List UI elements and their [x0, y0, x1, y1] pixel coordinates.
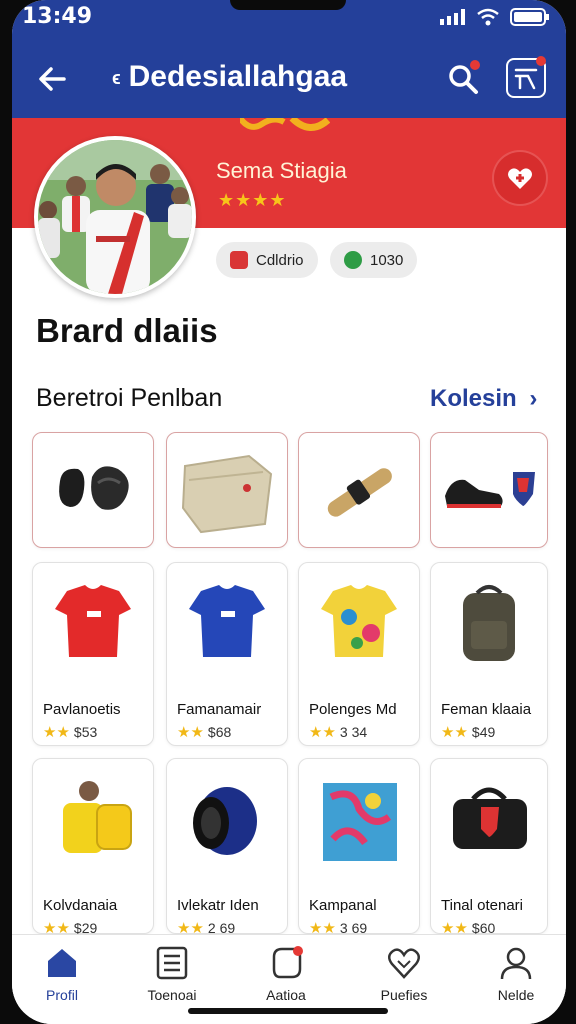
product-card[interactable]: Tinal otenari ★★ $60 [430, 758, 548, 937]
nav-orders[interactable]: Toenoai [122, 945, 222, 1015]
product-card[interactable]: Kampanal ★★ 3 69 [298, 758, 420, 937]
product-card[interactable]: Polenges Md ★★ 3 34 [298, 562, 420, 746]
search-badge [470, 60, 480, 70]
nav-favorites-label: Puefies [380, 987, 428, 1003]
chip-points-label: 1030 [370, 251, 404, 269]
app-screen: 13:49 ϵ Dedesiallahgaa Sema Stiagia ★★★★… [12, 0, 566, 1024]
floral-jersey-icon [299, 563, 419, 687]
signal-icon [440, 9, 465, 25]
accessory-card[interactable] [298, 432, 420, 548]
accessory-card[interactable] [166, 432, 288, 548]
nav-account[interactable]: Nelde [466, 945, 566, 1015]
product-name: Polenges Md [309, 701, 397, 718]
nav-activity[interactable]: Aatioa [236, 945, 336, 1015]
app-title-text: Dedesiallahgaa [128, 60, 348, 93]
add-favorite-button[interactable] [494, 152, 546, 204]
product-price: $49 [471, 724, 496, 740]
arrow-left-icon [39, 67, 66, 91]
nav-profile[interactable]: Profil [12, 945, 112, 1015]
collection-link-label: Kolesin [430, 385, 517, 412]
product-meta: ★★ $53 [43, 723, 97, 741]
chip-calendar[interactable]: Cdldrio [216, 242, 318, 278]
app-bar: ϵ Dedesiallahgaa [12, 40, 566, 118]
product-card[interactable]: Famanamair ★★ $68 [166, 562, 288, 746]
bag-icon [167, 433, 287, 549]
receipt-badge [536, 56, 546, 66]
product-card[interactable]: Feman klaaia ★★ $49 [430, 562, 548, 746]
phone-frame: 13:49 ϵ Dedesiallahgaa Sema Stiagia ★★★★… [0, 0, 576, 1024]
product-name: Tinal otenari [441, 897, 523, 914]
leaf-icon [344, 251, 362, 269]
duffel-bag-icon [431, 759, 547, 883]
app-title: ϵ Dedesiallahgaa [112, 60, 347, 94]
nav-activity-label: Aatioa [266, 987, 306, 1003]
product-meta: ★★ 3 34 [309, 723, 367, 741]
back-button[interactable] [36, 62, 70, 96]
subsection-title: Beretroi Penlban [36, 384, 223, 412]
collection-link[interactable]: Kolesin › [430, 385, 537, 413]
headband-icon [167, 759, 287, 883]
product-price: $53 [73, 724, 98, 740]
nav-profile-label: Profil [46, 987, 78, 1003]
banner-decoration [240, 118, 330, 131]
towel-icon [299, 759, 419, 883]
product-price: $68 [207, 724, 232, 740]
product-rating: ★★ [177, 724, 204, 741]
receipt-button[interactable] [506, 56, 546, 98]
product-name: Feman klaaia [441, 701, 532, 718]
product-name: Ivlekatr Iden [177, 897, 259, 914]
calendar-icon [230, 251, 248, 269]
search-button[interactable] [446, 60, 482, 98]
nav-orders-label: Toenoai [147, 987, 197, 1003]
shoe-badge-icon [431, 433, 547, 549]
home-indicator[interactable] [188, 1008, 388, 1014]
grip-tape-icon [299, 433, 419, 549]
heart-icon [388, 948, 420, 979]
status-bar: 13:49 [12, 0, 566, 40]
avatar[interactable] [34, 136, 196, 298]
battery-icon [510, 8, 549, 26]
plus-heart-icon [508, 168, 532, 189]
red-jersey-icon [33, 563, 153, 687]
product-card[interactable]: Pavlanoetis ★★ $53 [32, 562, 154, 746]
product-rating: ★★ [441, 724, 468, 741]
accessory-card[interactable] [430, 432, 548, 548]
chip-points[interactable]: 1030 [330, 242, 418, 278]
team-photo [38, 140, 192, 294]
nav-favorites[interactable]: Puefies [354, 945, 454, 1015]
product-card[interactable]: Ivlekatr Iden ★★ 2 69 [166, 758, 288, 937]
profile-rating: ★★★★ [218, 190, 287, 210]
product-name: Famanamair [177, 701, 262, 718]
shin-guards-icon [33, 433, 153, 549]
chevron-right-icon: › [529, 385, 538, 412]
status-icons [440, 8, 550, 26]
product-name: Pavlanoetis [43, 701, 121, 718]
list-icon [156, 946, 188, 980]
user-icon [500, 947, 532, 980]
brand-mark: ϵ [112, 67, 121, 88]
accessory-card[interactable] [32, 432, 154, 548]
product-price: 3 34 [339, 724, 368, 740]
chip-calendar-label: Cdldrio [256, 251, 304, 269]
notification-icon [272, 946, 303, 979]
product-meta: ★★ $49 [441, 723, 495, 741]
home-icon [48, 949, 76, 977]
nav-account-label: Nelde [497, 987, 535, 1003]
blue-jersey-icon [167, 563, 287, 687]
product-rating: ★★ [309, 724, 336, 741]
product-name: Kolvdanaia [43, 897, 118, 914]
camera-notch [230, 0, 346, 10]
product-rating: ★★ [43, 724, 70, 741]
yellow-backpack-icon [33, 759, 153, 883]
product-card[interactable]: Kolvdanaia ★★ $29 [32, 758, 154, 937]
wifi-icon [477, 8, 499, 26]
status-time: 13:49 [22, 4, 93, 29]
profile-name: Sema Stiagia [216, 158, 347, 183]
product-name: Kampanal [309, 897, 377, 914]
section-title: Brard dlaiis [36, 312, 218, 349]
backpack-icon [431, 563, 547, 687]
product-meta: ★★ $68 [177, 723, 231, 741]
